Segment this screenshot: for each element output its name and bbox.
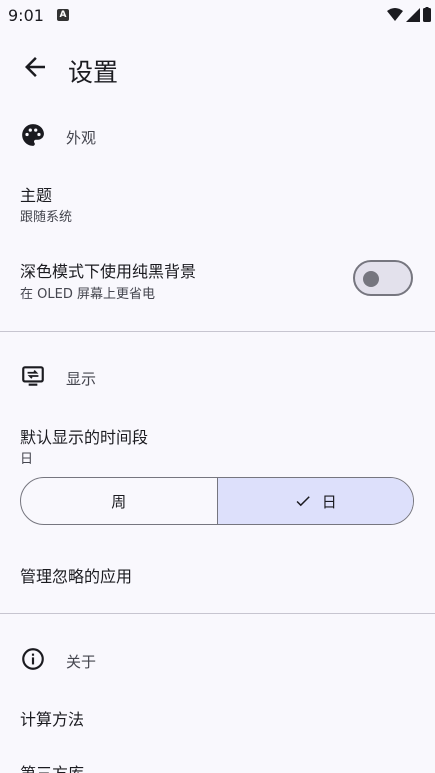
signal-icon bbox=[406, 7, 420, 22]
calc-method-setting[interactable]: 计算方法 bbox=[0, 690, 435, 742]
third-party-setting[interactable]: 第三方库 bbox=[0, 744, 435, 773]
oled-toggle[interactable] bbox=[353, 260, 413, 296]
status-icons bbox=[387, 7, 431, 22]
segment-week-label: 周 bbox=[111, 492, 127, 511]
back-button[interactable] bbox=[20, 52, 50, 82]
period-value: 日 bbox=[20, 452, 34, 467]
arrow-back-icon bbox=[25, 57, 45, 77]
segment-week[interactable]: 周 bbox=[21, 478, 217, 524]
third-party-title: 第三方库 bbox=[20, 760, 84, 773]
period-setting: 默认显示的时间段 日 bbox=[0, 410, 435, 470]
calc-method-title: 计算方法 bbox=[20, 710, 85, 729]
period-title: 默认显示的时间段 bbox=[20, 428, 149, 447]
section-label-appearance: 外观 bbox=[66, 129, 97, 147]
oled-subtitle: 在 OLED 屏幕上更省电 bbox=[20, 287, 155, 302]
section-label-about: 关于 bbox=[66, 653, 97, 671]
period-segmented-control: 周 日 bbox=[20, 477, 414, 525]
segment-day[interactable]: 日 bbox=[216, 478, 413, 524]
theme-title: 主题 bbox=[20, 186, 53, 205]
theme-setting[interactable]: 主题 跟随系统 bbox=[0, 168, 435, 232]
display-icon bbox=[20, 363, 46, 389]
battery-icon bbox=[423, 7, 431, 22]
oled-title: 深色模式下使用纯黑背景 bbox=[20, 262, 197, 281]
palette-icon bbox=[20, 122, 46, 148]
divider bbox=[0, 613, 435, 614]
info-icon bbox=[20, 646, 46, 672]
toggle-knob bbox=[363, 271, 379, 287]
wifi-icon bbox=[387, 7, 403, 21]
theme-value: 跟随系统 bbox=[20, 210, 73, 225]
page-title: 设置 bbox=[68, 58, 119, 87]
status-time: 9:01 bbox=[8, 6, 44, 25]
segment-day-label: 日 bbox=[321, 492, 337, 511]
check-icon bbox=[294, 492, 312, 510]
ignored-apps-setting[interactable]: 管理忽略的应用 bbox=[0, 545, 435, 601]
notification-icon: A bbox=[57, 9, 69, 21]
ignored-apps-title: 管理忽略的应用 bbox=[20, 567, 133, 586]
divider bbox=[0, 331, 435, 332]
section-label-display: 显示 bbox=[66, 370, 97, 388]
